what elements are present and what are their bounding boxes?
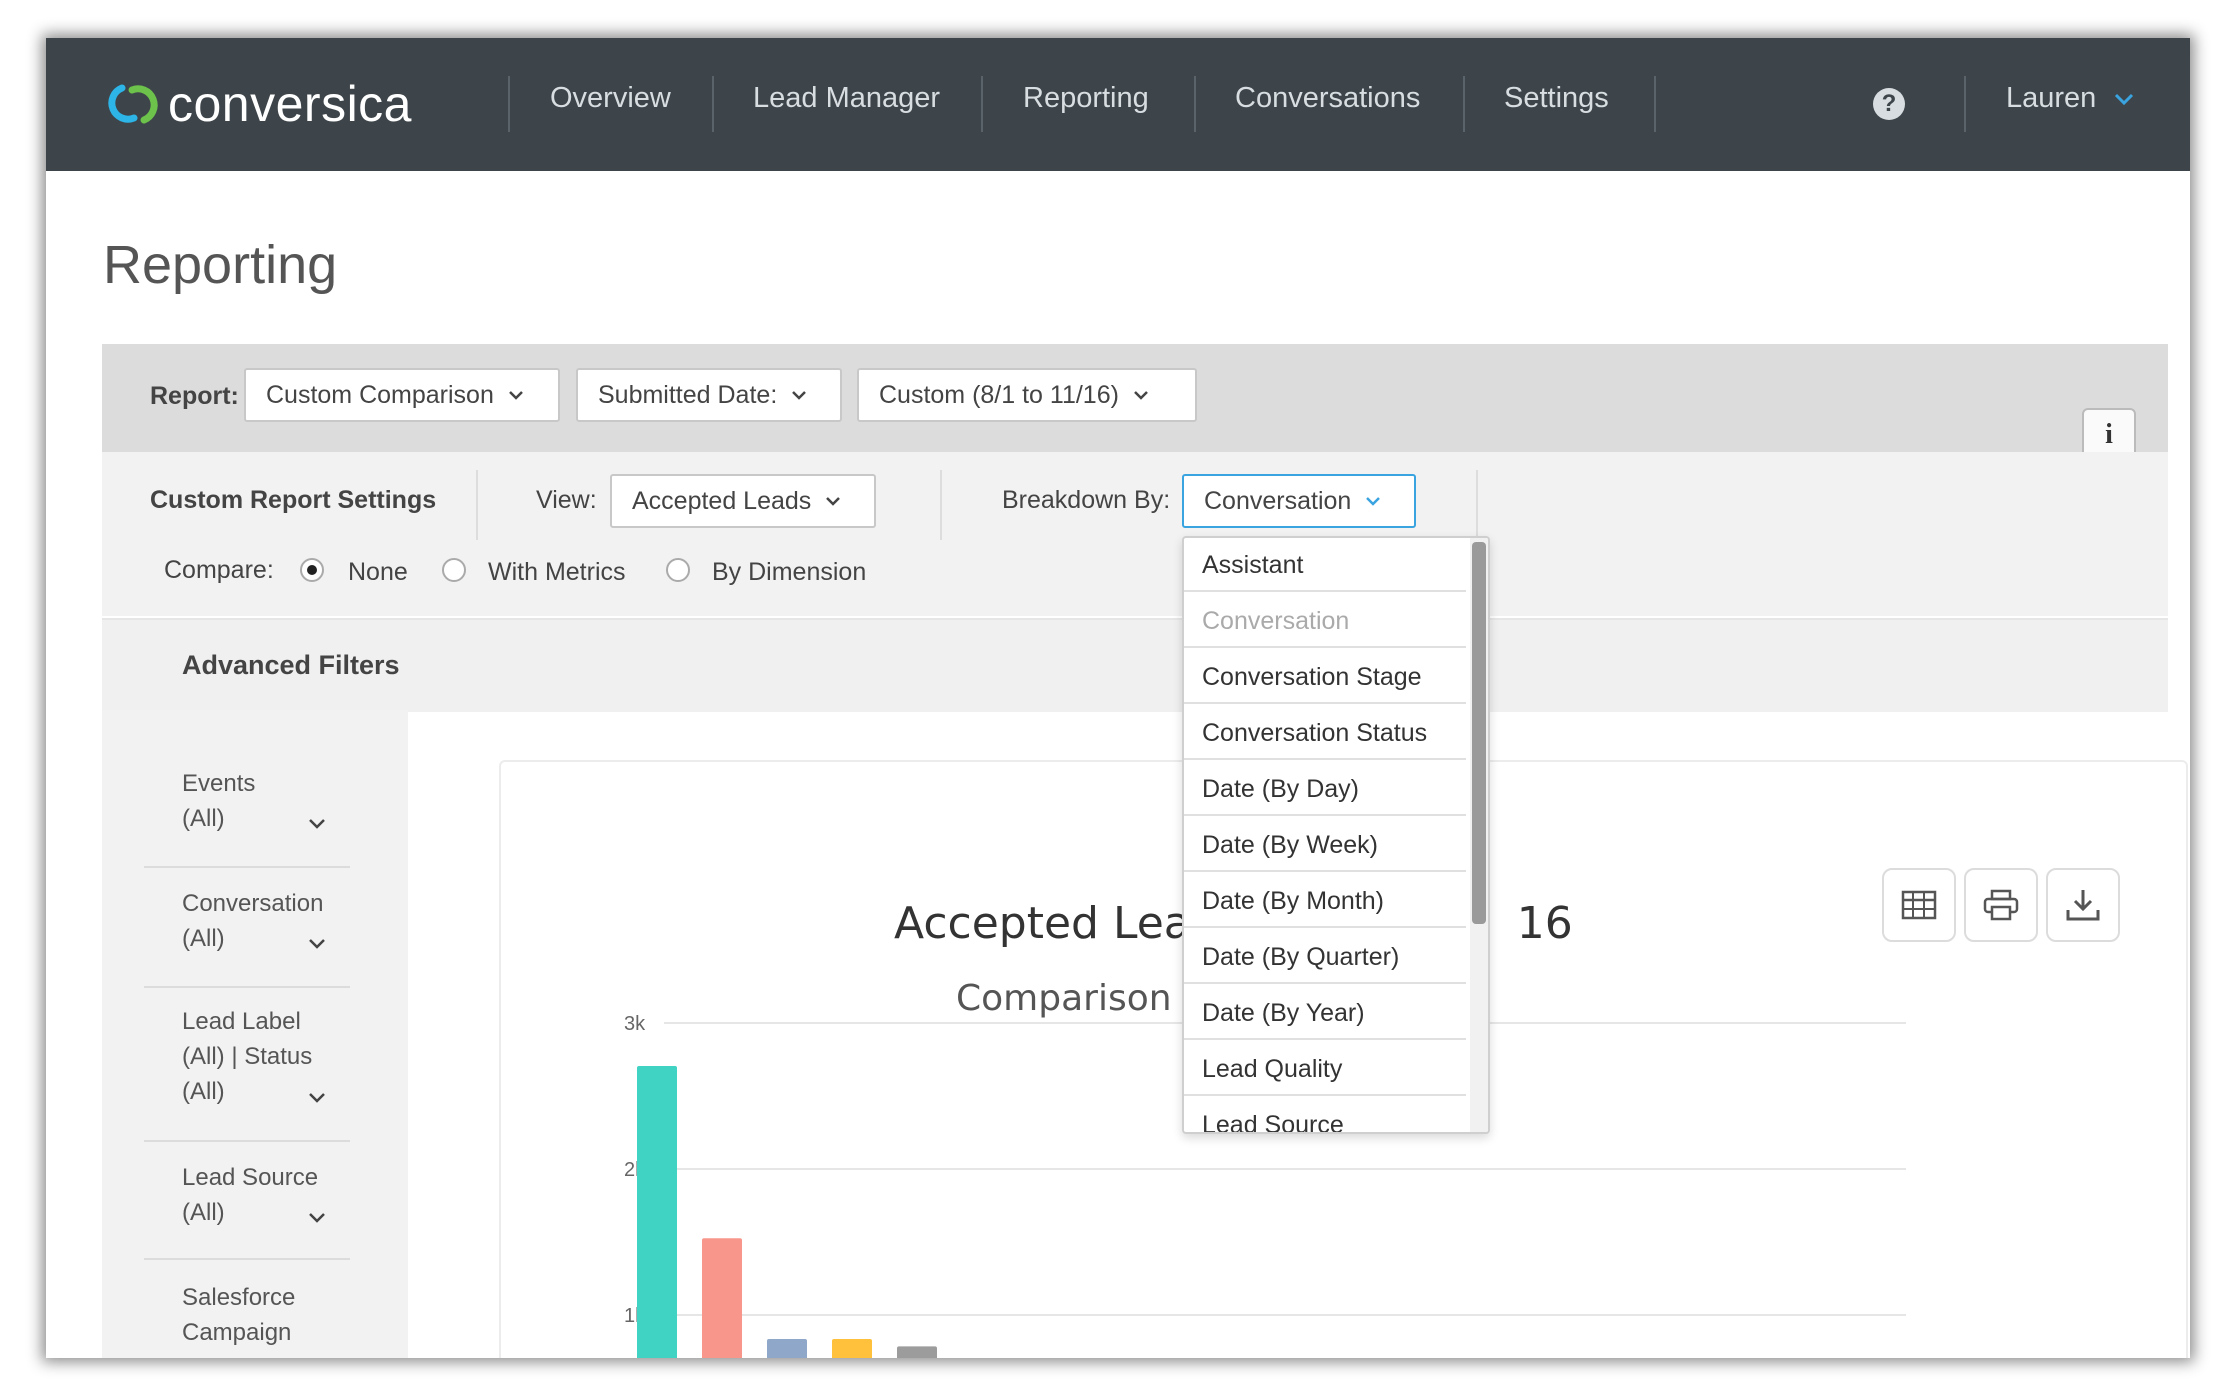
custom-report-settings (102, 452, 2168, 616)
date-field-value: Submitted Date: (598, 380, 778, 409)
nav-divider (1194, 76, 1196, 132)
table-view-button[interactable] (1882, 868, 1956, 942)
advanced-filters-title[interactable]: Advanced Filters (182, 650, 400, 681)
breakdown-option[interactable]: Date (By Week) (1184, 818, 1466, 872)
filter-title: Salesforce (182, 1284, 296, 1311)
date-range-value: Custom (8/1 to 11/16) (879, 380, 1119, 409)
nav-divider (1964, 76, 1966, 132)
compare-with-metrics-label[interactable]: With Metrics (488, 558, 626, 587)
filter-conversation[interactable]: Conversation (All) (144, 886, 350, 988)
nav-divider (712, 76, 714, 132)
chevron-down-icon (508, 391, 523, 400)
print-icon (1983, 889, 2019, 921)
filter-value: Campaign (182, 1319, 292, 1346)
view-dropdown[interactable]: Accepted Leads (610, 474, 876, 528)
report-type-value: Custom Comparison (266, 380, 494, 409)
settings-title: Custom Report Settings (150, 486, 437, 514)
breakdown-option[interactable]: Date (By Year) (1184, 986, 1466, 1040)
help-icon[interactable]: ? (1873, 88, 1905, 120)
print-button[interactable] (1964, 868, 2038, 942)
divider (940, 470, 942, 540)
view-value: Accepted Leads (632, 486, 812, 515)
nav-divider (1654, 76, 1656, 132)
app-window: conversica Overview Lead Manager Reporti… (46, 38, 2190, 1358)
compare-by-dimension-radio[interactable] (666, 558, 690, 582)
breakdown-option[interactable]: Date (By Month) (1184, 874, 1466, 928)
date-field-dropdown[interactable]: Submitted Date: (576, 368, 842, 422)
filter-title: Conversation (182, 890, 324, 917)
chevron-down-icon (309, 819, 325, 829)
chevron-down-icon (309, 1213, 325, 1223)
breakdown-option: Conversation (1184, 594, 1466, 648)
nav-conversations[interactable]: Conversations (1235, 82, 1420, 115)
breakdown-option[interactable]: Conversation Status (1184, 706, 1466, 760)
filter-lead-label[interactable]: Lead Label (All) | Status (All) (144, 1004, 350, 1142)
nav-divider (981, 76, 983, 132)
view-label: View: (536, 486, 597, 514)
filter-title: Events (182, 770, 256, 797)
filter-lead-source[interactable]: Lead Source (All) (144, 1160, 350, 1260)
breakdown-option[interactable]: Assistant (1184, 538, 1466, 592)
chevron-down-icon (309, 1093, 325, 1103)
nav-overview[interactable]: Overview (550, 82, 671, 115)
date-range-dropdown[interactable]: Custom (8/1 to 11/16) (857, 368, 1197, 422)
page-title: Reporting (103, 235, 338, 295)
breakdown-dropdown[interactable]: Conversation (1182, 474, 1416, 528)
report-label: Report: (150, 382, 239, 410)
brand-logo[interactable]: conversica (102, 74, 412, 134)
chevron-down-icon (309, 939, 325, 949)
nav-divider (508, 76, 510, 132)
breakdown-option[interactable]: Lead Quality (1184, 1042, 1466, 1096)
compare-none-radio[interactable] (300, 558, 324, 582)
advanced-filters-bar (102, 618, 2168, 712)
compare-label: Compare: (164, 556, 274, 584)
compare-with-metrics-radio[interactable] (442, 558, 466, 582)
breakdown-option[interactable]: Conversation Stage (1184, 650, 1466, 704)
chevron-down-icon (826, 497, 841, 506)
filter-events[interactable]: Events (All) (144, 766, 350, 868)
breakdown-option[interactable]: Lead Source (1184, 1098, 1466, 1132)
report-type-dropdown[interactable]: Custom Comparison (244, 368, 560, 422)
filter-value: (All) | Status (182, 1043, 313, 1070)
scrollbar-thumb[interactable] (1472, 542, 1486, 924)
breakdown-options-list[interactable]: Assistant Conversation Conversation Stage C… (1182, 536, 1490, 1134)
user-menu[interactable]: Lauren (2006, 82, 2134, 115)
brand-name: conversica (168, 76, 412, 132)
filter-title: Lead Source (182, 1164, 319, 1191)
compare-by-dimension-label[interactable]: By Dimension (712, 558, 866, 587)
chart-title-right: 16 (1516, 898, 1573, 949)
divider (1476, 470, 1478, 540)
chevron-down-icon (1134, 391, 1148, 400)
filter-title: Lead Label (182, 1008, 301, 1035)
breakdown-option[interactable]: Date (By Quarter) (1184, 930, 1466, 984)
download-button[interactable] (2046, 868, 2120, 942)
download-icon (2066, 890, 2100, 921)
breakdown-label: Breakdown By: (1002, 486, 1171, 514)
table-icon (1901, 890, 1937, 920)
chart-title-left: Accepted Lea (894, 898, 1191, 949)
chart-subtitle: Comparison (956, 978, 1172, 1019)
breakdown-option[interactable]: Date (By Day) (1184, 762, 1466, 816)
nav-settings[interactable]: Settings (1504, 82, 1609, 115)
nav-divider (1463, 76, 1465, 132)
nav-reporting[interactable]: Reporting (1023, 82, 1149, 115)
conversica-logo-icon (108, 84, 158, 124)
user-name: Lauren (2006, 82, 2097, 114)
compare-none-label[interactable]: None (348, 558, 408, 587)
divider (476, 470, 478, 540)
chevron-down-icon (1366, 497, 1381, 506)
breakdown-value: Conversation (1204, 486, 1352, 515)
nav-lead-manager[interactable]: Lead Manager (753, 82, 940, 115)
chevron-down-icon (2115, 93, 2134, 105)
filter-salesforce-campaign[interactable]: Salesforce Campaign (144, 1280, 350, 1358)
chevron-down-icon (792, 391, 807, 400)
top-navigation: conversica Overview Lead Manager Reporti… (46, 38, 2190, 171)
